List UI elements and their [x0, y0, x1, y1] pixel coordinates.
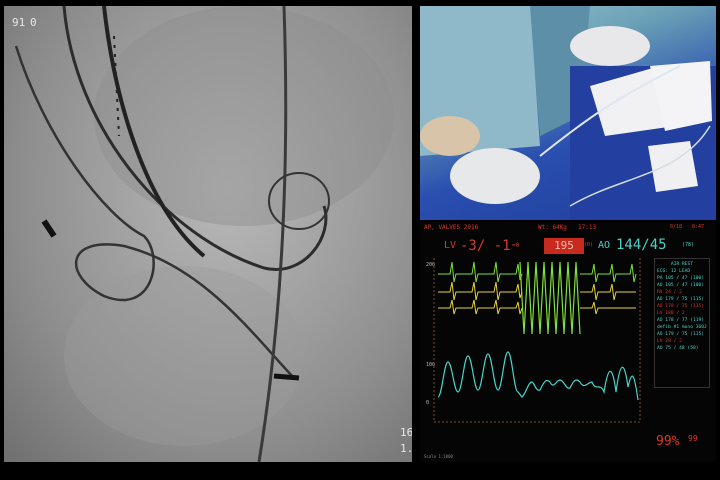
surgery-camera-image [420, 6, 716, 220]
fluoro-label-bottom: 16/ [400, 426, 412, 439]
hemodynamic-monitor: AP, VALVES 2016 Wt: 64Kg 17:13 0/18 8:47… [420, 222, 716, 462]
fluoro-label-bottom2: 1.9 [400, 442, 412, 455]
fluoroscopy-image: 91 0 16/ 1.9 [4, 6, 412, 462]
log-line: AO 179 / 75 (115) [657, 332, 705, 337]
spo2-aux: 99 [688, 434, 698, 443]
log-title: AIR REST [670, 262, 694, 267]
fluoro-label-top2: 0 [30, 16, 37, 29]
log-line: AO 179 / 75 (115) [657, 297, 705, 302]
monitor-footer: Scale 1:1000 [424, 454, 453, 459]
log-line: ECG: 12 LEAD [657, 269, 691, 274]
log-line: AO 75 / 48 (58) [657, 346, 699, 351]
log-line: LV 28 / 2 [657, 339, 682, 344]
log-line: AO 178 / 77 (119) [657, 318, 705, 323]
fluoro-label-top: 91 [12, 16, 26, 29]
log-line: PA 105 / 47 (100) [657, 276, 705, 281]
log-line: defib #1 mono 360J [657, 325, 707, 330]
procedure-log: AIR REST ECG: 12 LEAD PA 105 / 47 (100) … [654, 258, 710, 388]
surgery-scene [420, 6, 716, 220]
log-line: AO 105 / 47 (100) [657, 283, 705, 288]
log-line: LV 188 / 2 [657, 311, 685, 316]
spo2-value: 99% [656, 434, 680, 449]
log-line: AO 179 / 75 (115) [657, 304, 705, 309]
log-line: RV 24 / 2 [657, 290, 682, 295]
fluoroscopy-catheters [14, 6, 394, 462]
